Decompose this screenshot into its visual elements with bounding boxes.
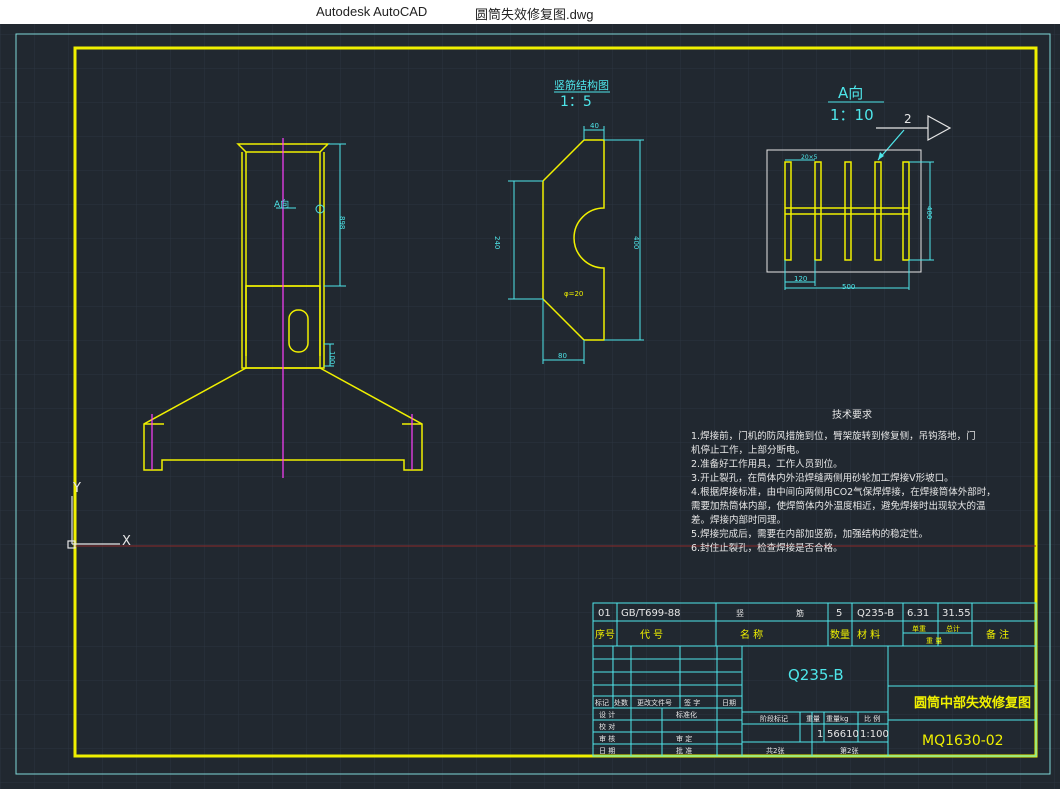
drawing-grid [0, 24, 1060, 789]
file-name: 圆筒失效修复图.dwg [475, 7, 594, 22]
tech-req-line: 6.封住止裂孔，检查焊接是否合格。 [691, 542, 843, 554]
drawing-number: MQ1630-02 [922, 733, 1004, 749]
rib-detail-scale: 1：5 [560, 94, 592, 110]
sign-label-date: 日 期 [599, 747, 615, 755]
tech-req-line: 4.根据焊接标准，由中间向两侧用CO2气保焊焊接，在焊接筒体外部时， [691, 486, 996, 498]
part-unit-weight: 6.31 [907, 608, 929, 619]
window-titlebar: Autodesk AutoCAD 圆筒失效修复图.dwg [0, 0, 1060, 24]
a-view-title: A向 [838, 84, 863, 102]
a-view-dim-height: 400 [925, 206, 933, 219]
main-view-a-label: A向 [274, 198, 289, 210]
part-qty: 5 [836, 608, 842, 619]
rib-dim-bottom: 80 [558, 352, 567, 360]
header-seq: 序号 [595, 628, 615, 641]
rev-mark: 标记 [595, 698, 609, 707]
a-view-dim-width: 500 [842, 283, 855, 291]
stage-weight: 56610 [827, 729, 859, 740]
sheets-current: 第2张 [840, 746, 858, 755]
header-material: 材 料 [857, 628, 880, 641]
header-name: 名 称 [740, 628, 763, 641]
rib-hole-label: φ=20 [564, 290, 583, 298]
header-remark: 备 注 [986, 628, 1009, 641]
sign-label-approve-b: 批 准 [676, 746, 692, 755]
stage-scale-label: 比 例 [864, 714, 880, 723]
main-view-dim-lower: 100 [328, 351, 336, 364]
a-view-leader-number: 2 [904, 112, 912, 126]
part-seq: 01 [598, 608, 611, 619]
part-name-a: 竖 [736, 609, 744, 618]
header-code: 代 号 [640, 629, 663, 641]
sign-label-check: 校 对 [599, 722, 615, 731]
tech-req-title: 技术要求 [832, 408, 872, 421]
rev-date: 日期 [722, 699, 736, 707]
rib-detail-title: 竖筋结构图 [554, 78, 609, 92]
rib-dim-left: 240 [493, 236, 501, 249]
main-view-dim-top: 898 [338, 216, 346, 229]
sign-label-approve-a: 审 定 [676, 734, 692, 743]
rev-count: 处数 [614, 698, 628, 707]
app-name: Autodesk AutoCAD [316, 4, 428, 19]
sign-label-standard: 标准化 [676, 710, 697, 719]
tech-req-line: 机停止工作，上部分断电。 [691, 444, 805, 456]
header-total: 总计 [946, 624, 960, 633]
stage-count: 1 [817, 729, 823, 740]
header-qty: 数量 [830, 628, 850, 641]
tech-req-line: 差。焊接内部时同理。 [691, 514, 786, 526]
sheets-total: 共2张 [766, 746, 784, 755]
tech-req-line: 2.准备好工作用具，工作人员到位。 [691, 458, 843, 470]
rib-dim-top: 40 [590, 122, 599, 130]
sign-label-design: 设 计 [599, 710, 615, 719]
stage-weight-unit-label: 重量kg [826, 715, 849, 723]
part-material: Q235-B [857, 608, 894, 619]
ucs-y-label: Y [72, 481, 81, 496]
header-single: 单重 [912, 624, 926, 633]
tech-req-line: 1.焊接前，门机的防风措施到位，臂架旋转到修复侧，吊钩落地，门 [691, 430, 976, 442]
header-weight: 重 量 [926, 637, 942, 645]
rev-doc: 更改文件号 [637, 698, 672, 707]
stage-scale: 1:100 [860, 729, 889, 740]
a-view-dim-plate: 20×5 [801, 154, 818, 161]
tech-req-line: 需要加热筒体内部，使焊筒体内外温度相近，避免焊接时出现较大的温 [691, 500, 986, 512]
tech-req-line: 3.开止裂孔，在筒体内外沿焊缝两侧用砂轮加工焊接V形坡口。 [691, 472, 954, 484]
drawing-canvas[interactable]: A向 898 100 竖筋结构图 1：5 40 240 400 80 φ=20 … [0, 24, 1060, 789]
stage-label: 阶段标记 [760, 714, 788, 723]
stage-weight-label: 重量 [806, 715, 820, 723]
part-code: GB/T699-88 [621, 608, 681, 619]
part-total-weight: 31.55 [942, 608, 971, 619]
rib-dim-right: 400 [632, 236, 640, 249]
a-view-scale: 1：10 [830, 106, 874, 124]
tech-req-line: 5.焊接完成后，需要在内部加竖筋，加强结构的稳定性。 [691, 528, 928, 540]
a-view-dim-pitch: 120 [794, 275, 807, 283]
part-name-b: 筋 [796, 608, 804, 618]
ucs-x-label: X [122, 534, 131, 549]
title-block-material: Q235-B [788, 666, 844, 684]
rev-sign: 签 字 [684, 698, 700, 707]
drawing-title: 圆筒中部失效修复图 [914, 695, 1031, 711]
sign-label-review: 审 核 [599, 734, 615, 743]
